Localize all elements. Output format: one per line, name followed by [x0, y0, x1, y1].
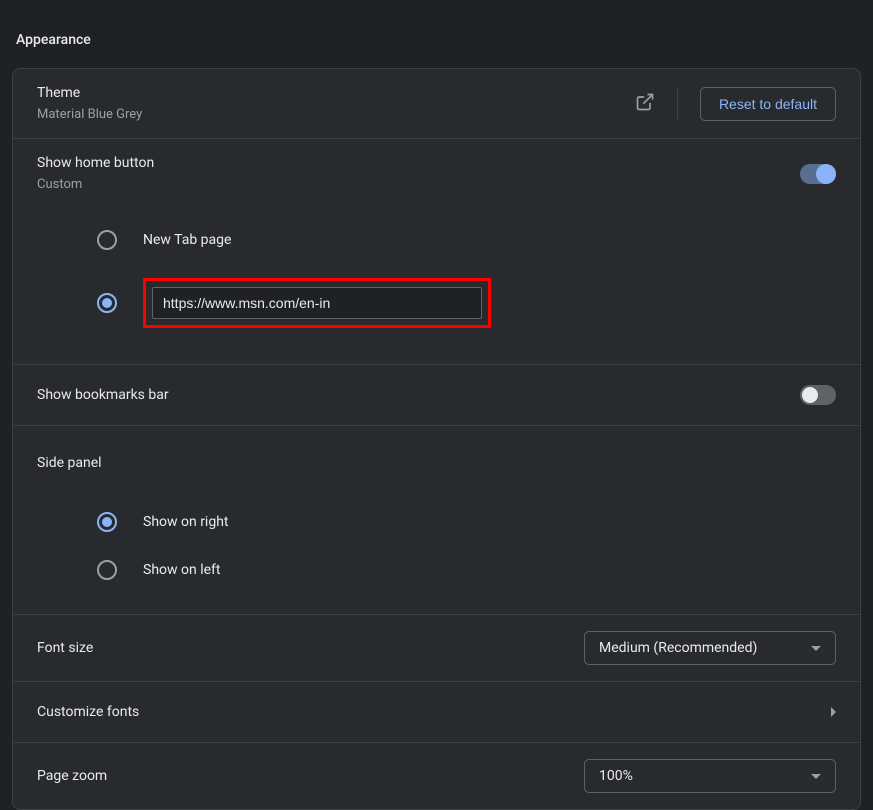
customize-fonts-row[interactable]: Customize fonts [13, 682, 860, 743]
side-panel-left-label: Show on left [143, 562, 220, 578]
home-radio-newtab[interactable] [97, 230, 117, 250]
page-zoom-row: Page zoom 100% [13, 743, 860, 809]
side-panel-radio-left[interactable] [97, 560, 117, 580]
home-subtitle: Custom [37, 177, 154, 192]
theme-row: Theme Material Blue Grey Reset to defaul… [13, 69, 860, 139]
appearance-card: Theme Material Blue Grey Reset to defaul… [12, 68, 861, 810]
chevron-down-icon [811, 646, 821, 651]
side-panel-row: Side panel Show on right Show on left [13, 426, 860, 615]
side-panel-left-row[interactable]: Show on left [97, 546, 832, 594]
font-size-select[interactable]: Medium (Recommended) [584, 631, 836, 665]
bookmarks-toggle[interactable] [800, 385, 836, 405]
section-title: Appearance [12, 22, 861, 68]
theme-subtitle: Material Blue Grey [37, 107, 142, 122]
home-title: Show home button [37, 155, 154, 171]
open-theme-icon[interactable] [613, 88, 677, 120]
home-option-custom-row[interactable] [97, 264, 832, 342]
customize-fonts-title: Customize fonts [37, 704, 831, 720]
separator [677, 88, 678, 120]
font-size-title: Font size [37, 640, 93, 656]
bookmarks-row: Show bookmarks bar [13, 365, 860, 426]
side-panel-title: Side panel [37, 455, 102, 471]
font-size-row: Font size Medium (Recommended) [13, 615, 860, 682]
page-zoom-title: Page zoom [37, 768, 107, 784]
page-zoom-select[interactable]: 100% [584, 759, 836, 793]
home-option-newtab-row[interactable]: New Tab page [97, 216, 832, 264]
chevron-right-icon [831, 707, 836, 717]
home-radio-custom[interactable] [97, 293, 117, 313]
font-size-value: Medium (Recommended) [599, 640, 811, 656]
theme-title: Theme [37, 85, 142, 101]
reset-theme-button[interactable]: Reset to default [700, 87, 836, 121]
page-zoom-value: 100% [599, 768, 811, 784]
home-toggle[interactable] [800, 164, 836, 184]
home-option-newtab-label: New Tab page [143, 232, 231, 248]
chevron-down-icon [811, 774, 821, 779]
home-button-row: Show home button Custom New Tab page [13, 139, 860, 365]
home-custom-url-input[interactable] [152, 287, 482, 319]
side-panel-right-row[interactable]: Show on right [97, 498, 832, 546]
side-panel-radio-right[interactable] [97, 512, 117, 532]
highlighted-region [143, 278, 491, 328]
bookmarks-title: Show bookmarks bar [37, 387, 169, 403]
side-panel-right-label: Show on right [143, 514, 229, 530]
